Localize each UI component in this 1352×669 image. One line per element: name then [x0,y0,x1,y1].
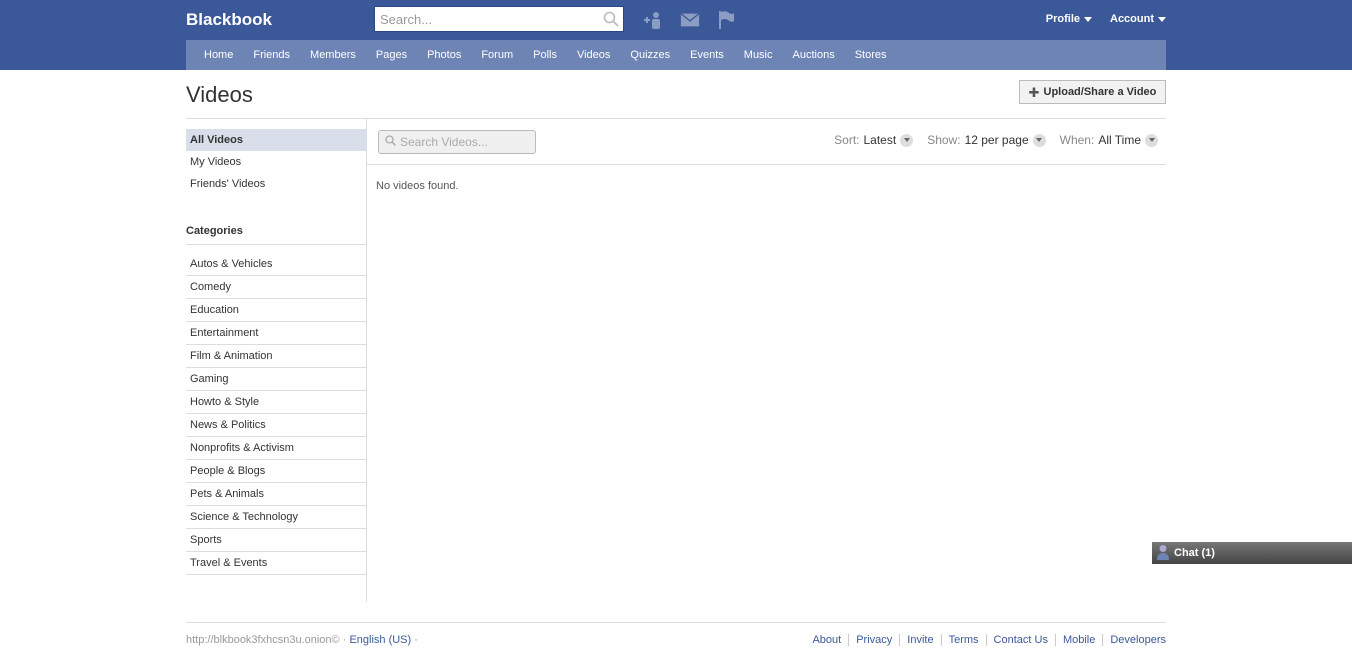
nav-events[interactable]: Events [680,40,734,70]
category-item[interactable]: People & Blogs [186,460,367,483]
empty-results-message: No videos found. [376,180,459,192]
page-title: Videos [186,82,253,107]
video-search [378,130,536,154]
footer-link-developers[interactable]: Developers [1102,634,1166,646]
chevron-down-icon[interactable] [1032,133,1046,147]
footer-link-mobile[interactable]: Mobile [1054,634,1102,646]
video-filter-bar: Sort: Latest Show: 12 per page When: All… [367,119,1166,165]
category-item[interactable]: Autos & Vehicles [186,253,367,276]
when-value: All Time [1098,133,1141,147]
nav-auctions[interactable]: Auctions [783,40,845,70]
profile-menu[interactable]: Profile [1046,13,1092,25]
upload-video-label: Upload/Share a Video [1043,86,1157,98]
show-label: Show: [927,133,961,147]
category-item[interactable]: Entertainment [186,322,367,345]
footer-link-privacy[interactable]: Privacy [848,634,899,646]
nav-videos[interactable]: Videos [567,40,620,70]
chevron-down-icon[interactable] [900,133,914,147]
categories-heading: Categories [186,225,367,245]
show-filter[interactable]: Show: 12 per page [927,133,1055,147]
upload-video-button[interactable]: ✚ Upload/Share a Video [1019,80,1166,104]
global-search [374,6,624,32]
category-item[interactable]: Film & Animation [186,345,367,368]
nav-music[interactable]: Music [734,40,783,70]
chevron-down-icon[interactable] [1145,133,1158,147]
when-filter[interactable]: When: All Time [1060,133,1158,147]
sidebar-item-friends-videos[interactable]: Friends' Videos [186,173,367,195]
footer-link-contact[interactable]: Contact Us [985,634,1055,646]
show-value: 12 per page [964,133,1029,147]
category-item[interactable]: Nonprofits & Activism [186,437,367,460]
nav-photos[interactable]: Photos [417,40,471,70]
footer-left: http://blkbook3fxhcsn3u.onion© · English… [186,634,418,646]
top-right-menus: Profile Account [1046,13,1166,25]
video-filter-sidebar: All Videos My Videos Friends' Videos [186,129,367,195]
nav-home[interactable]: Home [194,40,243,70]
category-item[interactable]: News & Politics [186,414,367,437]
footer-link-terms[interactable]: Terms [940,634,986,646]
search-icon[interactable] [603,11,619,27]
nav-polls[interactable]: Polls [523,40,567,70]
language-link[interactable]: English (US) [349,634,411,646]
sort-value: Latest [863,133,897,147]
main-nav: Home Friends Members Pages Photos Forum … [186,40,1166,70]
sort-filter[interactable]: Sort: Latest [834,133,923,147]
category-item[interactable]: Gaming [186,368,367,391]
search-input[interactable] [375,7,590,31]
nav-quizzes[interactable]: Quizzes [620,40,680,70]
categories-list: Autos & Vehicles Comedy Education Entert… [186,253,367,575]
account-label: Account [1110,13,1154,25]
when-label: When: [1059,133,1095,147]
footer-links: About Privacy Invite Terms Contact Us Mo… [805,634,1166,646]
category-item[interactable]: Science & Technology [186,506,367,529]
sort-label: Sort: [834,133,860,147]
category-item[interactable]: Travel & Events [186,552,367,575]
footer-separator: · [411,634,418,646]
profile-label: Profile [1045,13,1080,25]
nav-friends[interactable]: Friends [243,40,300,70]
category-item[interactable]: Education [186,299,367,322]
footer-link-about[interactable]: About [805,634,848,646]
plus-icon: ✚ [1028,84,1040,100]
nav-members[interactable]: Members [300,40,366,70]
chat-bar[interactable]: Chat (1) [1152,542,1352,564]
brand-logo[interactable]: Blackbook [186,10,272,30]
category-item[interactable]: Howto & Style [186,391,367,414]
category-item[interactable]: Pets & Animals [186,483,367,506]
notification-icons [644,10,736,30]
nav-forum[interactable]: Forum [471,40,523,70]
filter-controls: Sort: Latest Show: 12 per page When: All… [834,133,1158,147]
sidebar-item-all-videos[interactable]: All Videos [186,129,367,151]
category-item[interactable]: Comedy [186,276,367,299]
chevron-down-icon [1158,16,1166,22]
account-menu[interactable]: Account [1110,13,1166,25]
nav-pages[interactable]: Pages [366,40,417,70]
footer-site-url: http://blkbook3fxhcsn3u.onion© · [186,634,347,646]
nav-stores[interactable]: Stores [845,40,897,70]
footer-divider [186,622,1166,623]
footer-link-invite[interactable]: Invite [899,634,940,646]
user-icon [1156,544,1170,563]
messages-icon[interactable] [680,10,700,30]
video-search-input[interactable] [400,135,530,149]
category-item[interactable]: Sports [186,529,367,552]
notifications-icon[interactable] [716,10,736,30]
chat-label: Chat (1) [1174,547,1215,559]
friend-requests-icon[interactable] [644,10,664,30]
chevron-down-icon [1084,16,1092,22]
sidebar-item-my-videos[interactable]: My Videos [186,151,367,173]
search-icon [385,135,396,149]
